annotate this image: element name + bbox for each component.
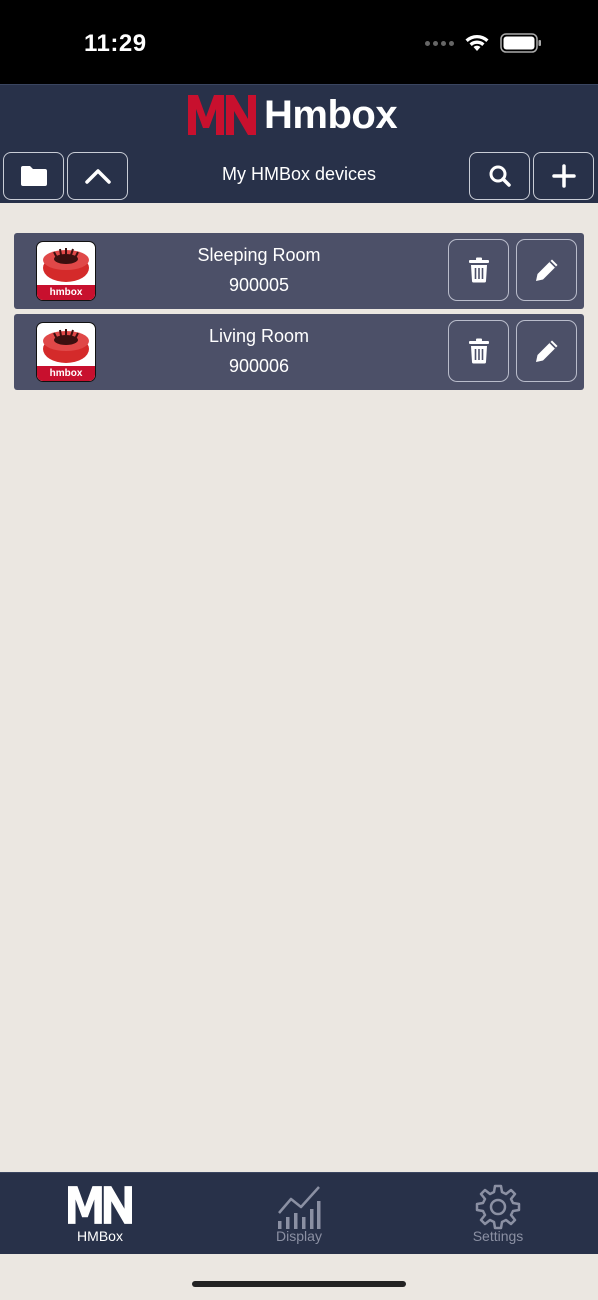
trash-icon bbox=[468, 257, 489, 283]
app-header: Hmbox My HMBox devices bbox=[0, 84, 598, 203]
device-name: Sleeping Room bbox=[197, 245, 321, 265]
folder-button[interactable] bbox=[3, 152, 64, 200]
mn-logo-icon bbox=[188, 95, 256, 135]
edit-device-button[interactable] bbox=[516, 239, 577, 301]
battery-icon bbox=[500, 33, 541, 53]
bar-chart-icon bbox=[278, 1186, 321, 1229]
delete-device-button[interactable] bbox=[448, 239, 509, 301]
tab-settings[interactable]: Settings bbox=[398, 1173, 598, 1255]
wifi-icon bbox=[465, 35, 489, 51]
trash-icon bbox=[468, 338, 489, 364]
tab-label: HMBox bbox=[77, 1228, 123, 1244]
chevron-up-icon bbox=[84, 169, 111, 184]
device-thumbnail: hmbox bbox=[36, 241, 96, 301]
pencil-icon bbox=[535, 259, 557, 281]
mn-logo-icon bbox=[68, 1186, 132, 1224]
edit-device-button[interactable] bbox=[516, 320, 577, 382]
tab-label: Display bbox=[276, 1228, 322, 1244]
home-indicator[interactable] bbox=[192, 1281, 406, 1287]
pencil-icon bbox=[535, 340, 557, 362]
logo-text: Hmbox bbox=[264, 93, 398, 137]
folder-icon bbox=[20, 166, 47, 186]
collapse-button[interactable] bbox=[67, 152, 128, 200]
status-bar: 11:29 bbox=[0, 0, 598, 84]
gear-icon bbox=[475, 1184, 521, 1230]
device-image bbox=[43, 248, 89, 282]
search-button[interactable] bbox=[469, 152, 530, 200]
home-indicator-area bbox=[0, 1254, 598, 1300]
tab-display[interactable]: Display bbox=[199, 1173, 399, 1255]
device-row[interactable]: hmbox Living Room 900006 bbox=[14, 314, 584, 390]
add-device-button[interactable] bbox=[533, 152, 594, 200]
device-thumb-label: hmbox bbox=[37, 285, 95, 300]
tab-hmbox[interactable]: HMBox bbox=[0, 1173, 200, 1255]
search-icon bbox=[489, 165, 511, 187]
device-row[interactable]: hmbox Sleeping Room 900005 bbox=[14, 233, 584, 309]
page-title: My HMBox devices bbox=[221, 164, 377, 184]
device-id: 900005 bbox=[228, 275, 290, 295]
device-name: Living Room bbox=[208, 326, 310, 346]
tab-label: Settings bbox=[472, 1228, 524, 1244]
device-thumbnail: hmbox bbox=[36, 322, 96, 382]
plus-icon bbox=[551, 164, 576, 188]
status-icons bbox=[425, 33, 542, 53]
device-thumb-label: hmbox bbox=[37, 366, 95, 381]
app-logo: Hmbox bbox=[188, 93, 398, 137]
device-image bbox=[43, 329, 89, 363]
tab-bar: HMBox Display Settings bbox=[0, 1172, 598, 1254]
status-time: 11:29 bbox=[84, 30, 147, 57]
cellular-signal-icon bbox=[425, 40, 454, 46]
delete-device-button[interactable] bbox=[448, 320, 509, 382]
device-id: 900006 bbox=[228, 356, 290, 376]
